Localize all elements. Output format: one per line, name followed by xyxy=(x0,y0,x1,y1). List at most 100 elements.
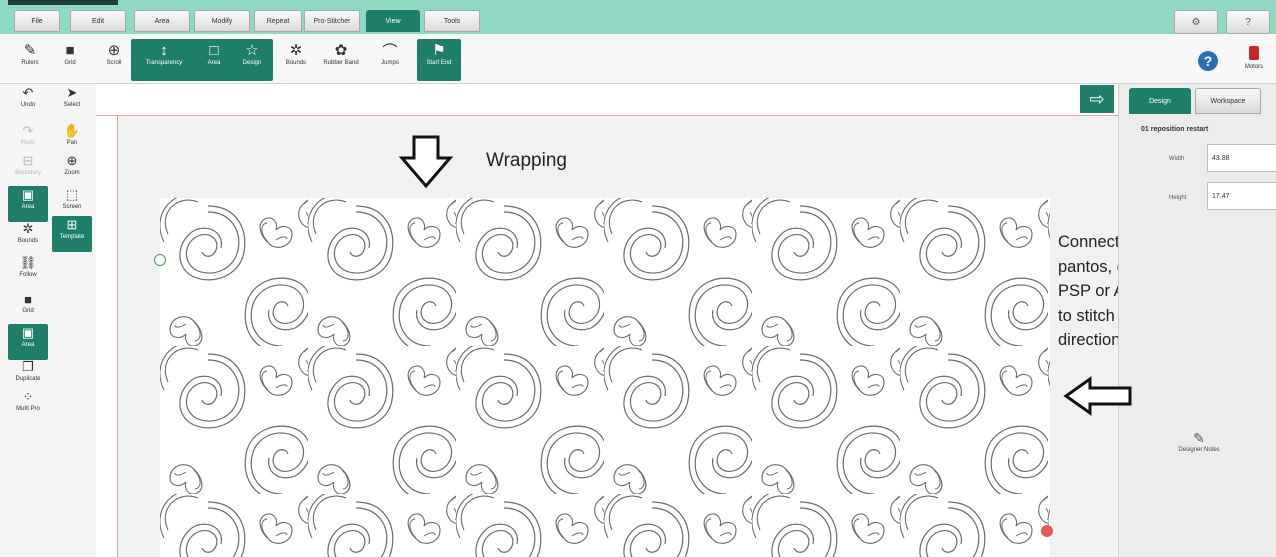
multi-pro-label: Multi Pro xyxy=(16,406,40,412)
start-end-tool[interactable]: ⚑ Start End xyxy=(419,40,459,80)
window-title-strip xyxy=(8,0,118,5)
view-toolbar: ✎ Rulers ■ Grid ⊕ Scroll ↕ Transparency … xyxy=(0,34,1276,84)
question-icon: ? xyxy=(1245,16,1251,28)
rubber-band-tool[interactable]: ✿ Rubber Band xyxy=(318,40,364,80)
design-view-tool-label: Design xyxy=(242,60,262,66)
screen-label: Screen xyxy=(62,204,82,210)
wrapping-label: Wrapping xyxy=(486,150,567,171)
tab-repeat[interactable]: Repeat xyxy=(254,10,302,32)
top-ruler xyxy=(96,84,1118,116)
multi-pro-icon: ⁘ xyxy=(22,389,34,404)
transparency-tool-label: Transparency xyxy=(145,60,183,66)
menu-bar: File Edit Area Modify Repeat Pro-Stitche… xyxy=(0,0,1276,34)
bounds-view-tool[interactable]: ✲ Bounds xyxy=(276,40,316,80)
design-name: 01 reposition restart xyxy=(1141,126,1209,133)
boundary-tool[interactable]: ⊟ Boundary xyxy=(8,152,48,188)
notes-icon: ✎ xyxy=(1193,430,1205,446)
area-left-label: Area xyxy=(21,204,35,210)
tab-workspace[interactable]: Workspace xyxy=(1195,88,1261,114)
gear-icon: ⚙ xyxy=(1191,16,1201,28)
right-properties-panel: Design Workspace 01 reposition restart W… xyxy=(1118,84,1276,557)
scroll-tool[interactable]: ⊕ Scroll xyxy=(94,40,134,80)
rubber-band-icon: ✿ xyxy=(334,42,348,59)
pro-stitcher-window: File Edit Area Modify Repeat Pro-Stitche… xyxy=(0,0,1276,557)
settings-gear-button[interactable]: ⚙ xyxy=(1174,10,1218,34)
designer-notes-button[interactable]: ✎ Designer Notes xyxy=(1169,430,1229,460)
bounds-icon: ✲ xyxy=(289,42,303,59)
grid-left-tool[interactable]: ■ Grid xyxy=(8,290,48,326)
height-field[interactable]: 17.47 xyxy=(1207,182,1276,210)
next-arrow-button[interactable]: ⇨ xyxy=(1080,85,1114,113)
rubber-band-tool-label: Rubber Band xyxy=(323,60,359,66)
template-icon: ⊞ xyxy=(66,217,78,232)
left-arrow-icon xyxy=(1063,376,1132,416)
duplicate-icon: ❐ xyxy=(22,359,34,374)
tab-view[interactable]: View xyxy=(366,10,420,32)
follow-label: Follow xyxy=(19,272,37,278)
screen-icon: ⬚ xyxy=(65,187,79,202)
tab-edit[interactable]: Edit xyxy=(70,10,126,32)
start-end-tool-label: Start End xyxy=(426,60,452,66)
select-tool[interactable]: ➤ Select xyxy=(52,84,92,120)
template-tool[interactable]: ⊞ Template xyxy=(52,216,92,252)
zoom-icon: ⊕ xyxy=(66,153,78,168)
jumps-tool[interactable]: ⌒ Jumps xyxy=(370,40,410,80)
motors-tool[interactable]: Motors xyxy=(1234,46,1274,80)
start-point-marker[interactable] xyxy=(154,254,166,266)
motor-lock-icon xyxy=(1249,46,1259,60)
area-left-label-2: Area xyxy=(21,342,35,348)
transparency-icon: ↕ xyxy=(160,41,168,59)
area-icon: ▣ xyxy=(21,187,35,202)
scroll-tool-label: Scroll xyxy=(106,60,122,66)
area-left-tool-2[interactable]: ▣ Area xyxy=(8,324,48,360)
rulers-tool[interactable]: ✎ Rulers xyxy=(10,40,50,80)
bounds-left-label: Bounds xyxy=(17,238,39,244)
motors-tool-label: Motors xyxy=(1244,64,1264,70)
transparency-tool[interactable]: ↕ Transparency xyxy=(136,40,192,80)
design-star-icon: ☆ xyxy=(245,42,259,59)
design-view-tool[interactable]: ☆ Design xyxy=(232,40,272,80)
select-pointer-icon: ➤ xyxy=(66,85,78,100)
bounds-view-tool-label: Bounds xyxy=(285,60,307,66)
tab-file[interactable]: File xyxy=(14,10,60,32)
bounds-star-icon: ✲ xyxy=(22,221,34,236)
help-question-button[interactable]: ? xyxy=(1226,10,1270,34)
redo-label: Redo xyxy=(20,140,36,146)
tab-design[interactable]: Design xyxy=(1129,88,1191,114)
zoom-label: Zoom xyxy=(64,170,80,176)
tab-tools[interactable]: Tools xyxy=(424,10,480,32)
area-icon: ▣ xyxy=(21,325,35,340)
rulers-tool-label: Rulers xyxy=(21,60,39,66)
pan-label: Pan xyxy=(66,140,78,146)
area-left-tool[interactable]: ▣ Area xyxy=(8,186,48,222)
width-field[interactable]: 43.88 xyxy=(1207,144,1276,172)
end-point-marker[interactable] xyxy=(1041,525,1053,537)
tab-pro-stitcher[interactable]: Pro-Stitcher xyxy=(304,10,360,32)
height-label: Height xyxy=(1169,195,1187,201)
jumps-icon: ⌒ xyxy=(382,42,398,60)
panto-pattern[interactable] xyxy=(160,198,1050,557)
down-arrow-icon xyxy=(398,135,454,189)
boundary-label: Boundary xyxy=(15,170,41,176)
bounds-left-tool[interactable]: ✲ Bounds xyxy=(8,220,48,256)
redo-icon: ↷ xyxy=(22,123,34,138)
pan-hand-icon: ✋ xyxy=(63,123,81,138)
grid-icon: ■ xyxy=(24,291,32,307)
design-canvas[interactable]: ⇨ Wrapping xyxy=(96,84,1118,557)
grid-tool-label: Grid xyxy=(64,60,76,66)
multi-pro-tool[interactable]: ⁘ Multi Pro xyxy=(8,388,48,424)
help-icon[interactable]: ? xyxy=(1198,51,1218,71)
duplicate-label: Duplicate xyxy=(15,376,41,382)
follow-tool[interactable]: ⛓ Follow xyxy=(8,254,48,290)
area-icon: □ xyxy=(209,41,219,59)
tab-modify[interactable]: Modify xyxy=(194,10,250,32)
tab-area[interactable]: Area xyxy=(134,10,190,32)
undo-tool[interactable]: ↶ Undo xyxy=(8,84,48,120)
ruler-icon: ✎ xyxy=(23,42,37,59)
start-end-icon: ⚑ xyxy=(432,42,446,59)
select-label: Select xyxy=(63,102,81,108)
zoom-tool[interactable]: ⊕ Zoom xyxy=(52,152,92,188)
area-view-tool[interactable]: □ Area xyxy=(194,40,234,80)
width-label: Width xyxy=(1169,156,1185,162)
grid-tool[interactable]: ■ Grid xyxy=(50,40,90,80)
